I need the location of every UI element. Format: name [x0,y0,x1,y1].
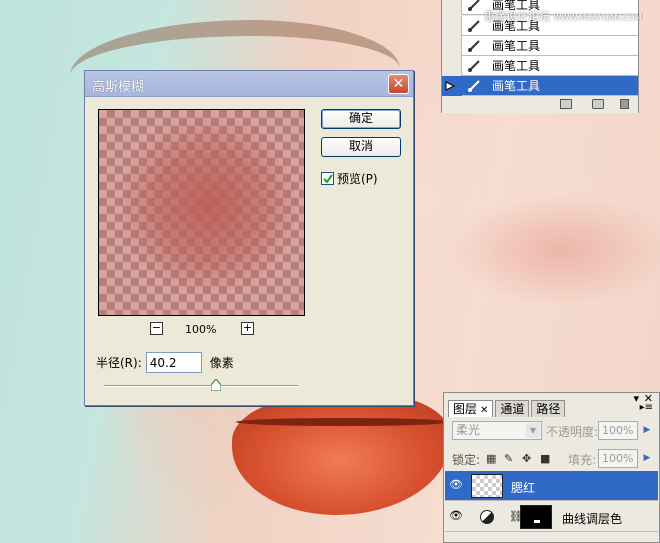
fill-label: 填充: [568,453,597,467]
gaussian-blur-dialog: 高斯模糊 ✕ − 100% + 确定 取消 预览(P) 半径(R): 像素 [84,70,414,406]
cancel-button[interactable]: 取消 [321,137,401,157]
blur-preview[interactable] [98,109,305,316]
opacity-label: 不透明度: [546,425,599,439]
history-item[interactable]: 画笔工具 [442,35,638,56]
brush-icon [462,0,486,15]
lock-position-icon[interactable]: ✥ [522,452,531,465]
lock-all-icon[interactable]: ■ [540,452,550,465]
watermark-main: 思缘设计论坛 [484,10,550,23]
dialog-title: 高斯模糊 [92,80,145,95]
layer-name: 曲线调层色 [562,512,623,526]
chevron-right-icon[interactable]: ▶ [640,421,654,440]
brush-icon [462,56,486,76]
blend-mode-value: 柔光 [456,423,481,437]
history-state-marker[interactable] [442,75,462,96]
fill-value: 100% [602,452,634,465]
preview-label: 预览(P) [337,172,378,186]
fill-input[interactable]: 100% [598,449,638,468]
checkmark-icon [322,173,333,184]
lock-image-icon[interactable]: ✎ [504,452,513,465]
layer-row-selected[interactable]: 👁 腮红 [445,471,658,501]
preview-checkbox-row[interactable]: 预览(P) [321,170,378,187]
radius-slider-thumb[interactable] [210,378,222,392]
layers-panel: ▾ ✕ 图层 ✕ 通道 路径 ▸≡ 柔光 ▼ 不透明度: 100% ▶ 锁定: ▦… [443,392,660,543]
panel-tabs: 图层 ✕ 通道 路径 [448,400,567,417]
radius-label: 半径(R): [96,356,142,370]
close-button[interactable]: ✕ [388,74,409,94]
new-document-icon[interactable] [560,99,572,109]
history-item-label: 画笔工具 [492,79,541,93]
brush-icon [462,36,486,56]
minimize-icon[interactable]: ▾ [633,392,639,405]
watermark: 思缘设计论坛 WWW.MISSYUAN.COM [484,8,642,24]
close-icon: ✕ [392,76,405,92]
radius-slider-track[interactable] [104,385,298,387]
history-item[interactable]: 画笔工具 [442,55,638,76]
tab-paths[interactable]: 路径 [531,400,566,417]
dialog-titlebar[interactable]: 高斯模糊 ✕ [85,71,413,97]
eye-icon[interactable]: 👁 [449,478,463,491]
layer-name: 腮红 [511,481,536,495]
tab-close-icon[interactable]: ✕ [480,405,488,416]
snapshot-icon[interactable] [592,99,604,109]
history-item-selected[interactable]: 画笔工具 [442,75,638,96]
minus-icon: − [151,321,162,334]
tab-channels[interactable]: 通道 [495,400,530,417]
chevron-right-icon[interactable]: ▶ [640,449,654,468]
chevron-down-icon: ▼ [526,423,540,438]
layer-mask-thumbnail [520,505,552,529]
lips-line [236,418,450,426]
blend-mode-select[interactable]: 柔光 ▼ [452,421,542,440]
brush-icon [462,76,486,96]
trash-icon[interactable] [620,99,629,109]
watermark-sub: WWW.MISSYUAN.COM [553,13,642,22]
tab-paths-label: 路径 [536,402,561,416]
lock-row: 锁定: ▦ ✎ ✥ ■ 填充: 100% ▶ [448,449,658,468]
history-item-label: 画笔工具 [492,39,541,53]
layer-thumbnail [471,474,503,498]
radius-unit: 像素 [209,356,234,370]
tab-channels-label: 通道 [500,402,525,416]
zoom-out-button[interactable]: − [150,322,163,335]
lock-transparent-icon[interactable]: ▦ [486,452,496,465]
tab-layers-label: 图层 [453,402,478,416]
layer-row[interactable]: 👁 ⛓ 曲线调层色 [445,502,658,532]
radius-input[interactable] [145,352,202,373]
zoom-controls: − 100% + [98,321,305,337]
history-source-box[interactable] [442,0,462,15]
radius-row: 半径(R): 像素 [96,352,234,373]
history-toolbar [442,96,638,113]
opacity-value: 100% [602,424,634,437]
history-source-box[interactable] [442,55,462,76]
preview-image [99,110,304,315]
zoom-level: 100% [185,323,217,336]
tab-layers[interactable]: 图层 ✕ [448,400,494,417]
adjustment-layer-icon [480,510,494,524]
ok-button[interactable]: 确定 [321,109,401,129]
history-source-box[interactable] [442,35,462,56]
preview-checkbox[interactable] [321,172,334,185]
history-source-box[interactable] [442,15,462,36]
lock-label: 锁定: [452,453,481,467]
panel-menu-icon[interactable]: ▸≡ [640,402,653,413]
blend-row: 柔光 ▼ 不透明度: 100% ▶ [448,421,658,441]
zoom-in-button[interactable]: + [241,322,254,335]
brush-icon [462,16,486,36]
eye-icon[interactable]: 👁 [449,509,463,522]
plus-icon: + [242,321,253,334]
history-item-label: 画笔工具 [492,59,541,73]
opacity-input[interactable]: 100% [598,421,638,440]
